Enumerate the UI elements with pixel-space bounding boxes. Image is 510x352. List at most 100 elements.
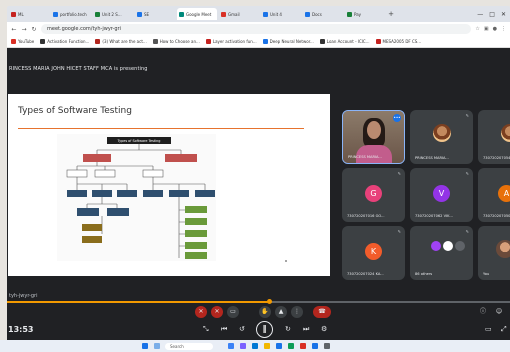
close-window-button[interactable]: ✕ — [501, 11, 506, 18]
participant-tile[interactable]: ✎You — [478, 226, 510, 280]
bookmark-item[interactable]: Loan Account - ICIC... — [319, 39, 370, 44]
bookmark-item[interactable]: Activation Function... — [40, 39, 89, 44]
bookmark-label: Loan Account - ICIC... — [326, 39, 370, 44]
previous-icon[interactable]: ⏮ — [221, 325, 227, 334]
fullscreen-icon[interactable]: ⤡ — [203, 325, 209, 334]
raise-hand-button[interactable]: ✋ — [259, 306, 271, 318]
bookmark-item[interactable]: Layer activation fun... — [205, 39, 257, 44]
video-progress-track[interactable] — [7, 299, 510, 304]
browser-tab[interactable]: Google Meet — [177, 8, 217, 20]
participant-tile[interactable]: G ✎ 730720207016 GO... — [342, 168, 405, 222]
teams-icon[interactable] — [240, 343, 246, 349]
start-icon[interactable] — [142, 343, 148, 349]
tab-favicon-icon — [11, 11, 16, 17]
tab-label: Pay — [354, 11, 362, 17]
url-field[interactable]: meet.google.com/tyh-jwyr-gri — [41, 24, 472, 34]
mic-muted-icon: ✎ — [465, 113, 469, 118]
browser-tab[interactable]: Unit 4 — [261, 8, 301, 20]
bookmark-item[interactable]: (3) What are the act... — [95, 39, 147, 44]
browser-tab[interactable]: Docs — [303, 8, 343, 20]
participant-photo — [433, 124, 451, 142]
browser-tab[interactable]: Gmail — [219, 8, 259, 20]
tab-label: Docs — [312, 11, 322, 17]
bookmark-favicon-icon — [205, 39, 211, 44]
maximize-button[interactable]: □ — [489, 11, 495, 18]
app-icon[interactable] — [300, 343, 306, 349]
mic-muted-icon: ✎ — [465, 171, 469, 176]
captions-button[interactable]: ▭ — [227, 306, 239, 318]
slide-title: Types of Software Testing — [18, 106, 132, 116]
more-options-button[interactable]: ⋮ — [291, 306, 303, 318]
participant-tile[interactable]: A✎730720207050 KA... — [478, 168, 510, 222]
app-icon[interactable] — [312, 343, 318, 349]
info-icon[interactable]: ⓘ — [477, 306, 489, 318]
bookmark-favicon-icon — [319, 39, 325, 44]
next-icon[interactable]: ⏭ — [303, 325, 309, 334]
participant-tile[interactable]: V ✎ 730720207062 VIK... — [410, 168, 473, 222]
file-explorer-icon[interactable] — [264, 343, 270, 349]
bookmark-item[interactable]: How to Choose an... — [152, 39, 200, 44]
tab-label: SE — [144, 11, 150, 17]
people-icon[interactable]: ☺ — [493, 306, 505, 318]
browser-tab[interactable]: portfolio.tech — [51, 8, 91, 20]
participant-avatar: K — [365, 243, 382, 260]
bookmarks-bar: YouTube Activation Function... (3) What ar… — [7, 36, 510, 48]
mic-muted-icon: ✎ — [397, 229, 401, 234]
browser-tab[interactable]: ML — [9, 8, 49, 20]
present-button[interactable]: ▲ — [275, 306, 287, 318]
settings-icon[interactable]: ⚙ — [321, 325, 327, 333]
participant-name: PRINCESS MARIA... — [415, 156, 449, 160]
self-video — [496, 240, 510, 258]
edge-icon[interactable] — [252, 343, 258, 349]
tab-favicon-icon — [179, 11, 184, 17]
bookmark-label: Layer activation fun... — [212, 39, 257, 44]
browser-tab[interactable]: Pay — [345, 8, 385, 20]
bookmark-item[interactable]: Deep Neural Networ... — [262, 39, 314, 44]
leave-call-button[interactable]: ☎ — [313, 306, 331, 318]
participant-name: PRINCESS MARIA... — [348, 155, 382, 159]
bookmark-favicon-icon — [262, 39, 268, 44]
tab-favicon-icon — [263, 11, 268, 17]
store-icon[interactable] — [276, 343, 282, 349]
participant-tile-host[interactable]: ••• PRINCESS MARIA... — [342, 110, 405, 164]
profile-avatar-icon[interactable]: ● — [493, 26, 497, 32]
bookmark-item[interactable]: YouTube — [11, 39, 34, 44]
participant-name: 730720207050 KA... — [483, 214, 510, 218]
app-icon[interactable] — [324, 343, 330, 349]
bookmark-star-icon[interactable]: ☆ — [475, 26, 479, 32]
forward-icon[interactable]: → — [21, 26, 27, 33]
camera-off-button[interactable]: ✕ — [211, 306, 223, 318]
forward-icon[interactable]: ↻ — [285, 325, 291, 333]
chrome-icon[interactable] — [288, 343, 294, 349]
participant-tile[interactable]: ✎730720207054 KA... — [478, 110, 510, 164]
bookmark-item[interactable]: MESA2005 DF CS... — [375, 39, 421, 44]
reload-icon[interactable]: ↻ — [31, 26, 37, 33]
task-view-icon[interactable] — [228, 343, 234, 349]
tab-favicon-icon — [221, 11, 226, 17]
new-tab-button[interactable]: + — [387, 10, 395, 18]
extensions-icon[interactable]: ▣ — [484, 26, 489, 32]
mic-off-button[interactable]: ✕ — [195, 306, 207, 318]
speaking-indicator-icon: ••• — [393, 114, 401, 122]
widgets-icon[interactable] — [154, 343, 160, 349]
tab-label: ML — [18, 11, 24, 17]
browser-tab[interactable]: SE — [135, 8, 175, 20]
participant-tile[interactable]: ✎ 86 others — [410, 226, 473, 280]
taskbar-search[interactable]: Search — [165, 343, 213, 350]
menu-icon[interactable]: ⋮ — [501, 26, 506, 32]
bookmark-label: (3) What are the act... — [102, 39, 147, 44]
minimize-player-icon[interactable]: ▭ — [485, 325, 492, 333]
expand-player-icon[interactable]: ⤢ — [501, 325, 507, 334]
video-progress-knob[interactable] — [266, 299, 272, 304]
bookmark-favicon-icon — [375, 39, 381, 44]
tab-strip: ML portfolio.tech Unit 2 S... SE Google Meet… — [7, 6, 510, 22]
minimize-button[interactable]: — — [477, 11, 483, 18]
address-bar: ← → ↻ meet.google.com/tyh-jwyr-gri ☆ ▣ ●… — [7, 22, 510, 36]
participant-tile[interactable]: K ✎ 730720207024 KA... — [342, 226, 405, 280]
pause-button[interactable]: ‖ — [256, 321, 273, 338]
participant-tile[interactable]: ✎ PRINCESS MARIA... — [410, 110, 473, 164]
browser-tab[interactable]: Unit 2 S... — [93, 8, 133, 20]
rewind-icon[interactable]: ↺ — [239, 325, 245, 333]
bookmark-label: YouTube — [18, 39, 35, 44]
back-icon[interactable]: ← — [11, 26, 17, 33]
